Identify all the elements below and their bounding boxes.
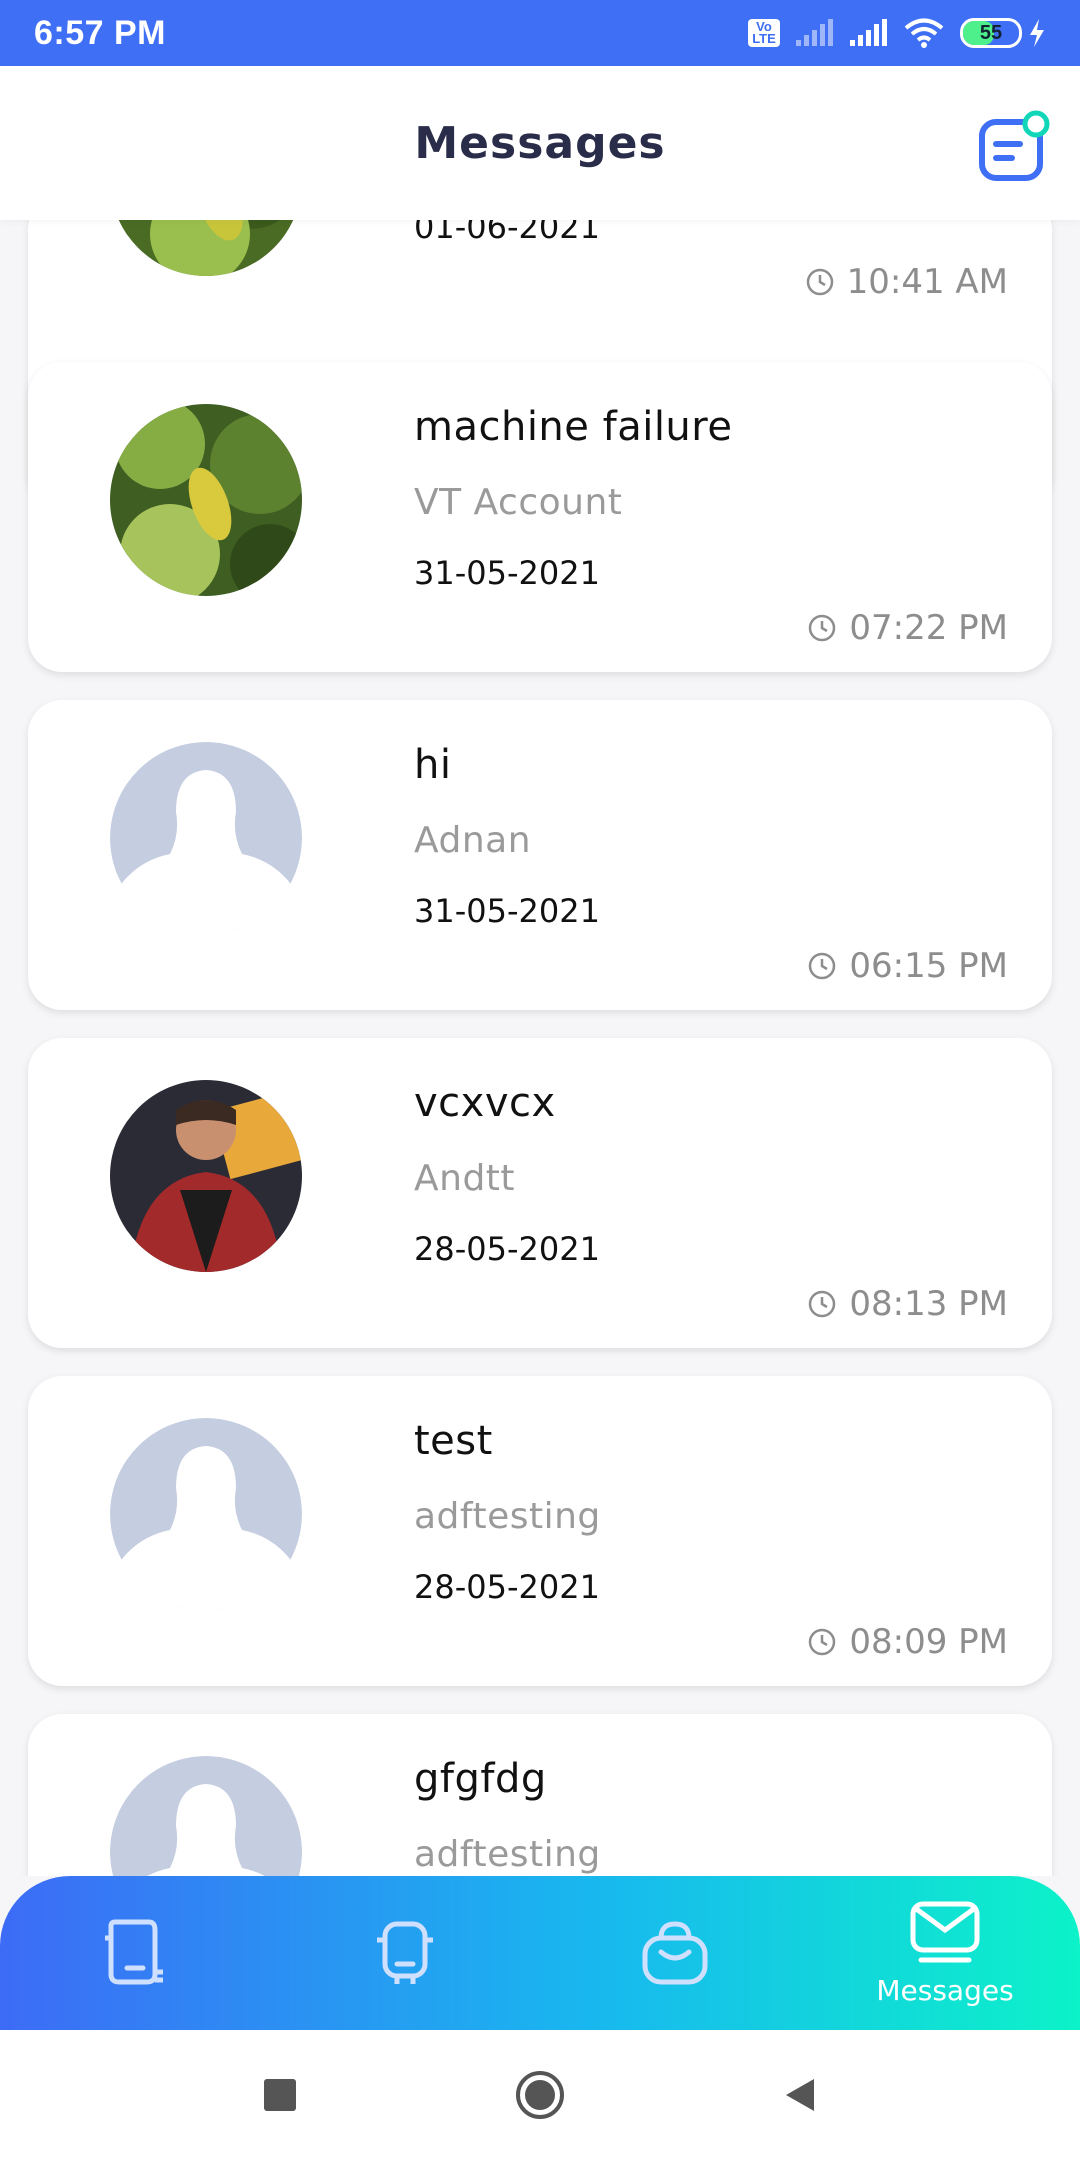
message-sender: Adnan: [414, 820, 532, 861]
nav-bag[interactable]: [540, 1876, 810, 2030]
message-title: hi: [414, 742, 452, 788]
default-avatar: [110, 1756, 302, 1876]
message-date: 28-05-2021: [414, 1568, 600, 1606]
nav-messages-label: Messages: [876, 1973, 1014, 2007]
clock-icon: [809, 1290, 836, 1318]
signal-weak-icon: [796, 19, 833, 46]
clock-icon: [809, 952, 836, 980]
default-avatar: [110, 742, 302, 934]
message-sender: VT Account: [414, 482, 623, 523]
battery-level: 55: [979, 21, 1003, 44]
avatar: [110, 220, 302, 276]
message-sender: Andtt: [414, 1158, 516, 1199]
messages-icon: [910, 1901, 980, 1962]
circle-icon: [516, 2071, 564, 2119]
recents-button[interactable]: [250, 2065, 310, 2125]
message-time: 08:13 PM: [807, 1284, 1008, 1324]
app-header: Messages: [0, 66, 1080, 220]
message-time: 06:15 PM: [807, 946, 1008, 986]
status-time: 6:57 PM: [34, 13, 166, 52]
charging-icon: [1030, 19, 1044, 47]
compose-message-button[interactable]: [976, 110, 1052, 186]
back-triangle-icon: [786, 2079, 814, 2111]
device-icon: [377, 1921, 433, 1984]
avatar: [110, 1080, 302, 1272]
message-card[interactable]: gfgfdg adftesting: [28, 1714, 1052, 1876]
message-date: 31-05-2021: [414, 892, 600, 930]
message-title: test: [414, 1418, 493, 1464]
message-date: 31-05-2021: [414, 554, 600, 592]
compose-icon: [979, 110, 1050, 181]
wifi-icon: [904, 18, 944, 48]
nav-device[interactable]: [270, 1876, 540, 2030]
message-sender: adftesting: [414, 1496, 601, 1537]
message-sender: adftesting: [414, 1834, 601, 1875]
nav-notes[interactable]: [0, 1876, 270, 2030]
square-icon: [264, 2079, 296, 2111]
back-button[interactable]: [770, 2065, 830, 2125]
page-title: Messages: [414, 117, 666, 169]
message-card[interactable]: hi Adnan 31-05-2021 06:15 PM: [28, 700, 1052, 1010]
bag-icon: [642, 1921, 708, 1985]
signal-icon: [850, 19, 887, 46]
avatar: [110, 404, 302, 596]
message-date: 01-06-2021: [414, 220, 600, 246]
status-icons: Vo LTE 55: [748, 17, 1046, 49]
message-title: gfgfdg: [414, 1756, 547, 1802]
nav-messages[interactable]: Messages: [810, 1876, 1080, 2030]
battery-indicator: 55: [960, 18, 1046, 48]
message-card[interactable]: vcxvcx Andtt 28-05-2021 08:13 PM: [28, 1038, 1052, 1348]
bottom-navigation: Messages: [0, 1876, 1080, 2030]
status-bar: 6:57 PM Vo LTE 55: [0, 0, 1080, 66]
message-title: vcxvcx: [414, 1080, 556, 1126]
default-avatar: [110, 1418, 302, 1610]
clock-icon: [806, 268, 833, 296]
message-time: 07:22 PM: [807, 608, 1008, 648]
message-time: 10:41 AM: [805, 262, 1008, 302]
clock-icon: [809, 1628, 836, 1656]
message-card[interactable]: test adftesting 28-05-2021 08:09 PM: [28, 1376, 1052, 1686]
system-navigation: [0, 2030, 1080, 2160]
clock-icon: [809, 614, 836, 642]
message-time: 08:09 PM: [807, 1622, 1008, 1662]
message-title: machine failure: [414, 404, 733, 450]
notes-icon: [105, 1919, 163, 1985]
message-list[interactable]: 01-06-2021 10:41 AM machine failure VT A…: [0, 220, 1080, 1876]
volte-badge: Vo LTE: [748, 19, 780, 47]
message-date: 28-05-2021: [414, 1230, 600, 1268]
home-button[interactable]: [510, 2065, 570, 2125]
message-card[interactable]: machine failure VT Account 31-05-2021 07…: [28, 362, 1052, 672]
